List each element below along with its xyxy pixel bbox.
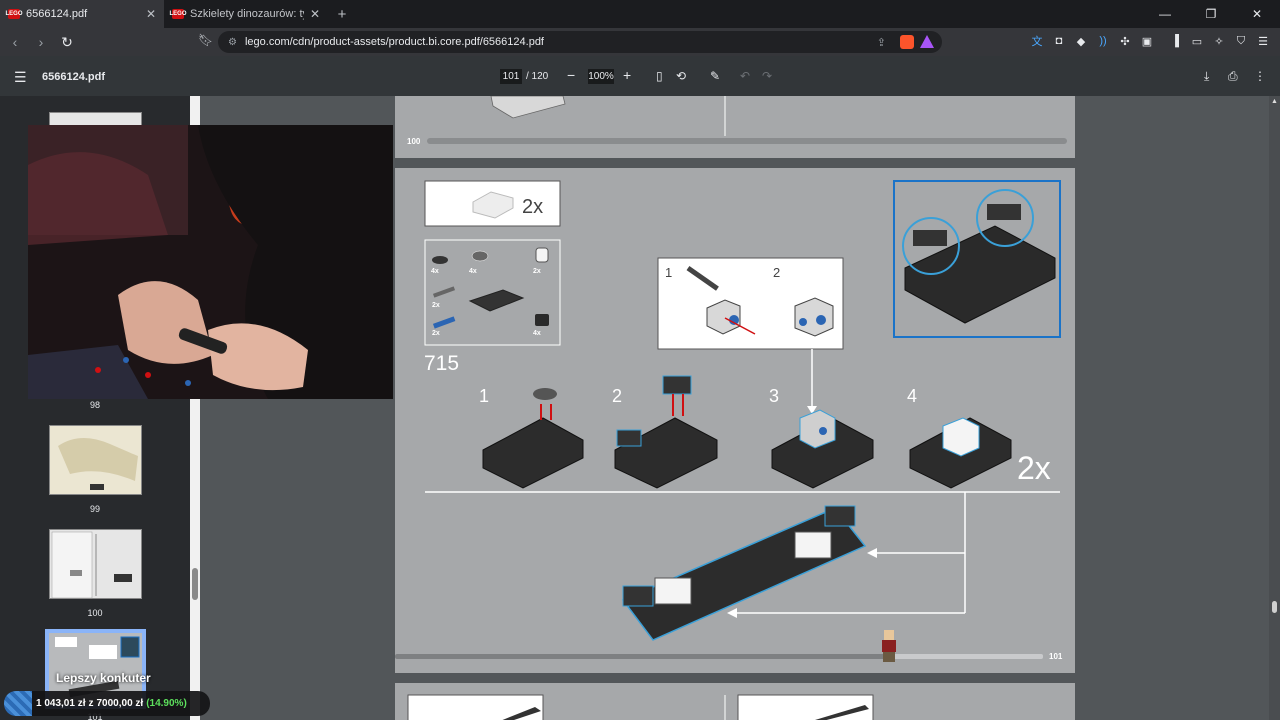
vpn-icon[interactable]: ⛉: [1234, 34, 1248, 48]
thumbnail-label: 99: [89, 504, 100, 514]
restore-icon[interactable]: ❐: [1188, 0, 1234, 28]
thumbnail-label: 100: [87, 608, 103, 618]
bookmark-icon[interactable]: 🔖︎: [198, 33, 213, 47]
stream-title: Lepszy konkuter: [56, 671, 151, 685]
page-number-input[interactable]: 101: [500, 69, 522, 84]
part-qty: 2x: [432, 330, 440, 337]
webcam-image: [28, 125, 393, 399]
print-icon[interactable]: ⎙: [1228, 69, 1238, 84]
part-qty: 4x: [469, 268, 477, 275]
multiplier-label: 2x: [1017, 450, 1051, 486]
navigation-bar: ‹ › ↻ 🔖︎ ⚙ lego.com/cdn/product-assets/p…: [0, 28, 1280, 56]
page-thumbnail[interactable]: [49, 112, 142, 126]
part-qty: 2x: [432, 302, 440, 309]
new-tab-button[interactable]: +: [328, 0, 356, 28]
zoom-in-icon[interactable]: +: [623, 67, 631, 83]
multiplier-label: 2x: [522, 196, 544, 218]
fit-page-icon[interactable]: ▯: [656, 69, 663, 83]
sidebar-toggle-icon[interactable]: ▐: [1168, 34, 1182, 48]
close-tab-icon[interactable]: ✕: [310, 7, 320, 21]
page-102-art: [407, 694, 874, 720]
thumbnail-image: [51, 531, 132, 599]
donation-goal-bar: 1 043,01 zł z 7000,00 zł (14.90%): [4, 691, 210, 716]
substep-number: 3: [769, 386, 780, 406]
translate-extension-icon[interactable]: 文: [1030, 34, 1044, 48]
pdf-toolbar: ☰ 6566124.pdf 101 / 120 − 100% + ▯ ⟲ ✎ ↶…: [0, 56, 1280, 96]
viewer-scroll-handle[interactable]: [1272, 601, 1277, 613]
pdf-filename: 6566124.pdf: [42, 71, 105, 83]
share-icon[interactable]: ⇪: [877, 36, 886, 49]
tab-title: 6566124.pdf: [26, 8, 88, 20]
donation-amount: 1 043,01 zł: [36, 698, 86, 709]
page-number: 101: [1049, 652, 1063, 661]
tab-pdf[interactable]: LEGO 6566124.pdf ✕: [0, 0, 164, 28]
hamburger-menu-icon[interactable]: ☰: [14, 69, 27, 86]
extensions-area: 文 ◘ ◆ )) ✣ ▣ ▐ ▭ ✧ ⛉ ☰: [1030, 34, 1270, 49]
forward-icon[interactable]: ›: [30, 31, 52, 53]
pdf-page-101: 2x 4x 4x 2x 2x 2x 4x 715 1 2 1 2 3 4 2x …: [395, 168, 1075, 673]
substep-number: 2: [612, 386, 623, 406]
extension-icon[interactable]: ◆: [1074, 34, 1088, 48]
leo-ai-icon[interactable]: ✧: [1212, 34, 1226, 48]
callout-step: 2: [773, 265, 781, 280]
scroll-up-icon[interactable]: ▲: [1271, 98, 1278, 105]
page-number: 100: [407, 137, 421, 146]
viewer-scrollbar[interactable]: ▲: [1269, 96, 1280, 720]
sidebar-scroll-handle[interactable]: [192, 568, 198, 600]
close-window-icon[interactable]: ✕: [1234, 0, 1280, 28]
instruction-art: [395, 180, 1061, 662]
part-qty: 4x: [431, 268, 439, 275]
callout-step: 1: [665, 265, 673, 280]
page-thumbnail[interactable]: [49, 425, 142, 495]
wallet-icon[interactable]: ▭: [1190, 34, 1204, 48]
substep-number: 1: [479, 386, 490, 406]
webcam-overlay: [28, 125, 393, 399]
annotate-icon[interactable]: ✎: [710, 69, 720, 83]
donation-percent: (14.90%): [146, 698, 187, 709]
extension-icon[interactable]: ◘: [1052, 34, 1066, 48]
zoom-input[interactable]: 100%: [588, 69, 614, 84]
url-text: lego.com/cdn/product-assets/product.bi.c…: [244, 36, 544, 48]
rotate-icon[interactable]: ⟲: [676, 69, 686, 83]
tab-dinosaur[interactable]: LEGO Szkielety dinozaurów: tyranozaur 76…: [164, 0, 328, 28]
undo-icon[interactable]: ↶: [740, 69, 750, 83]
window-controls: — ❐ ✕: [1142, 0, 1280, 28]
substep-number: 4: [907, 386, 918, 406]
back-icon[interactable]: ‹: [4, 31, 26, 53]
redo-icon[interactable]: ↷: [762, 69, 772, 83]
download-icon[interactable]: ⤓: [1204, 69, 1209, 84]
address-bar[interactable]: ⚙ lego.com/cdn/product-assets/product.bi…: [218, 31, 942, 53]
puzzle-icon[interactable]: ✣: [1118, 34, 1132, 48]
pdf-page-100: 100: [395, 96, 1075, 158]
screenshot-icon[interactable]: ▣: [1140, 34, 1154, 48]
more-options-icon[interactable]: ⋮: [1254, 69, 1266, 83]
thumbnail-image: [58, 437, 139, 490]
audio-extension-icon[interactable]: )): [1096, 34, 1110, 48]
page-100-art: [427, 96, 1067, 144]
progress-stripe: [4, 691, 32, 716]
site-info-icon[interactable]: ⚙: [228, 37, 237, 48]
brave-rewards-icon[interactable]: [920, 35, 934, 48]
pdf-page-102: [395, 683, 1075, 720]
step-number: 715: [424, 352, 460, 375]
tab-title: Szkielety dinozaurów: tyranozaur 76: [190, 8, 304, 20]
lego-favicon-icon: LEGO: [169, 9, 187, 19]
menu-icon[interactable]: ☰: [1256, 34, 1270, 48]
minimize-icon[interactable]: —: [1142, 0, 1188, 28]
part-qty: 4x: [533, 330, 541, 337]
zoom-out-icon[interactable]: −: [567, 67, 575, 83]
brave-shields-icon[interactable]: [900, 35, 914, 49]
page-total: / 120: [526, 71, 549, 82]
part-qty: 2x: [533, 268, 541, 275]
reload-icon[interactable]: ↻: [56, 31, 78, 53]
donation-connector: z: [88, 698, 94, 709]
lego-favicon-icon: LEGO: [5, 9, 23, 19]
thumbnail-label: 98: [89, 400, 100, 410]
donation-goal: 7000,00 zł: [96, 698, 144, 709]
close-tab-icon[interactable]: ✕: [146, 7, 156, 21]
tab-strip: LEGO 6566124.pdf ✕ LEGO Szkielety dinoza…: [0, 0, 1280, 28]
page-thumbnail[interactable]: [49, 529, 142, 599]
